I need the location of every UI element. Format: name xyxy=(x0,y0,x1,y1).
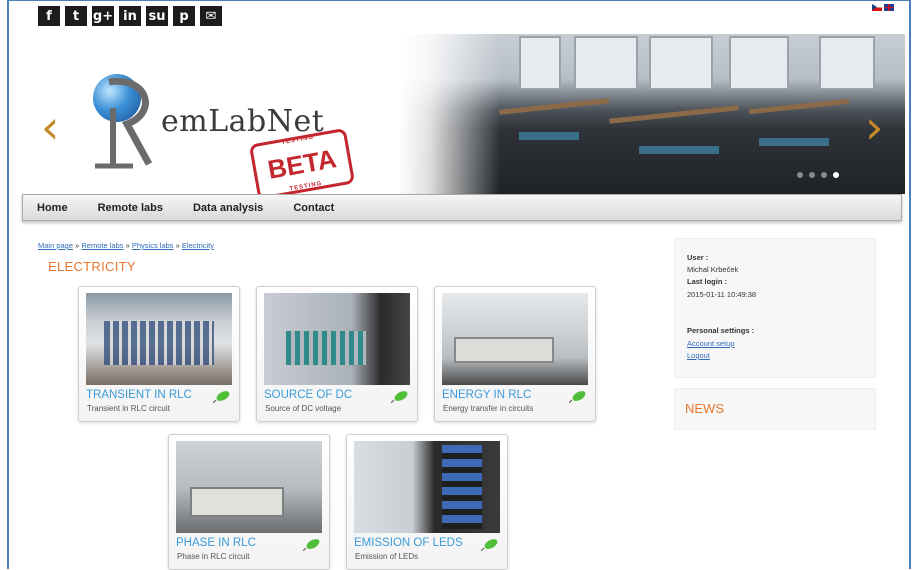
last-login-value: 2015-01-11 10:49:38 xyxy=(687,290,757,299)
logout-link[interactable]: Logout xyxy=(687,351,710,360)
lab-photo[interactable] xyxy=(86,293,232,385)
lab-card-source-dc[interactable]: SOURCE OF DC Source of DC voltage xyxy=(256,286,418,422)
slider-dot[interactable] xyxy=(797,172,803,178)
pinterest-icon[interactable]: p xyxy=(173,6,195,26)
user-name: Michal Krbeček xyxy=(687,265,739,274)
linkedin-icon[interactable]: in xyxy=(119,6,141,26)
lab-photo[interactable] xyxy=(354,441,500,533)
lab-card-transient-rlc[interactable]: TRANSIENT IN RLC Transient in RLC circui… xyxy=(78,286,240,422)
breadcrumb-remote-labs[interactable]: Remote labs xyxy=(81,241,123,250)
account-setup-link[interactable]: Account setup xyxy=(687,339,735,348)
lab-card-title[interactable]: TRANSIENT IN RLC xyxy=(86,389,192,401)
page-title: ELECTRICITY xyxy=(48,259,136,274)
slider-prev-arrow[interactable]: ‹ xyxy=(41,104,59,150)
lab-photo[interactable] xyxy=(264,293,410,385)
czech-flag-icon[interactable] xyxy=(872,4,882,11)
slider-next-arrow[interactable]: › xyxy=(865,104,883,150)
lab-photo[interactable] xyxy=(176,441,322,533)
main-nav: Home Remote labs Data analysis Contact xyxy=(22,194,902,221)
breadcrumb-separator: » xyxy=(125,241,130,250)
lab-card-subtitle: Transient in RLC circuit xyxy=(87,404,170,413)
breadcrumb-electricity[interactable]: Electricity xyxy=(182,241,214,250)
english-flag-icon[interactable] xyxy=(884,4,894,11)
language-switcher xyxy=(872,4,894,11)
lab-card-title[interactable]: PHASE IN RLC xyxy=(176,537,256,549)
logo-r-letter xyxy=(95,77,153,169)
slider-dot-active[interactable] xyxy=(833,172,839,178)
lab-card-title[interactable]: SOURCE OF DC xyxy=(264,389,352,401)
lab-card-title[interactable]: ENERGY IN RLC xyxy=(442,389,531,401)
user-panel: User : Michal Krbeček Last login : 2015-… xyxy=(674,238,876,378)
lab-card-title[interactable]: EMISSION OF LEDS xyxy=(354,537,463,549)
facebook-icon[interactable]: f xyxy=(38,6,60,26)
google-plus-icon[interactable]: g+ xyxy=(92,6,114,26)
twitter-icon[interactable]: t xyxy=(65,6,87,26)
lab-card-emission-leds[interactable]: EMISSION OF LEDS Emission of LEDs xyxy=(346,434,508,570)
social-links: f t g+ in su p ✉ xyxy=(38,6,222,26)
lab-card-energy-rlc[interactable]: ENERGY IN RLC Energy transfer in circuit… xyxy=(434,286,596,422)
breadcrumb-physics-labs[interactable]: Physics labs xyxy=(132,241,174,250)
slider-dots xyxy=(797,172,839,178)
breadcrumb-main-page[interactable]: Main page xyxy=(38,241,73,250)
stumbleupon-icon[interactable]: su xyxy=(146,6,168,26)
logo-text: emLabNet xyxy=(161,104,325,139)
user-label: User : xyxy=(687,253,709,262)
breadcrumb: Main page » Remote labs » Physics labs »… xyxy=(38,241,214,250)
led-icon xyxy=(213,391,230,403)
led-icon xyxy=(303,539,320,551)
led-icon xyxy=(569,391,586,403)
hero-slider: ‹ › emLabNet TESTING BETA TESTING xyxy=(9,34,905,194)
lab-card-subtitle: Source of DC voltage xyxy=(265,404,342,413)
lab-card-subtitle: Energy transfer in circuits xyxy=(443,404,534,413)
lab-photo xyxy=(399,34,905,194)
nav-remote-labs[interactable]: Remote labs xyxy=(98,202,163,214)
nav-home[interactable]: Home xyxy=(37,202,68,214)
lab-card-subtitle: Emission of LEDs xyxy=(355,552,419,561)
breadcrumb-separator: » xyxy=(75,241,80,250)
beta-testing-bottom: TESTING xyxy=(289,180,323,193)
personal-settings-label: Personal settings : xyxy=(687,326,755,335)
slider-dot[interactable] xyxy=(821,172,827,178)
led-icon xyxy=(391,391,408,403)
news-panel: NEWS xyxy=(674,388,876,430)
slider-dot[interactable] xyxy=(809,172,815,178)
led-icon xyxy=(481,539,498,551)
lab-card-subtitle: Phase in RLC circuit xyxy=(177,552,250,561)
lab-card-phase-rlc[interactable]: PHASE IN RLC Phase in RLC circuit xyxy=(168,434,330,570)
nav-data-analysis[interactable]: Data analysis xyxy=(193,202,263,214)
last-login-label: Last login : xyxy=(687,277,727,286)
nav-contact[interactable]: Contact xyxy=(293,202,334,214)
lab-photo[interactable] xyxy=(442,293,588,385)
news-title: NEWS xyxy=(685,401,724,416)
beta-label: BETA xyxy=(265,142,339,185)
email-icon[interactable]: ✉ xyxy=(200,6,222,26)
breadcrumb-separator: » xyxy=(175,241,180,250)
